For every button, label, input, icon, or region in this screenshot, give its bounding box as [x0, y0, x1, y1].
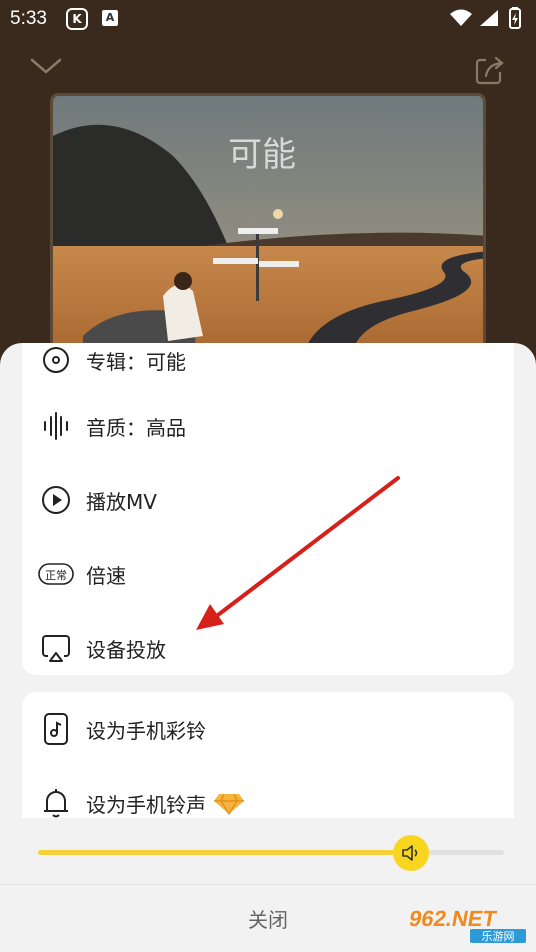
- share-icon[interactable]: [474, 54, 506, 86]
- battery-icon: [509, 7, 521, 29]
- volume-slider-track[interactable]: [38, 835, 504, 871]
- status-bar: 5:33 K A: [0, 0, 536, 38]
- status-time: 5:33: [10, 8, 47, 29]
- menu-item-set-caller-tune[interactable]: 设为手机彩铃: [22, 692, 514, 766]
- status-icons: [450, 7, 521, 29]
- speaker-icon: [402, 845, 418, 861]
- menu-item-speed[interactable]: 正常 倍速: [22, 537, 514, 611]
- signal-icon: [480, 10, 498, 26]
- diamond-icon: [214, 793, 244, 816]
- menu-item-label: 音质：高品: [86, 415, 186, 440]
- menu-item-play-mv[interactable]: 播放MV: [22, 463, 514, 537]
- menu-item-label: 设为手机铃声: [86, 792, 206, 817]
- watermark-logo: 962.NET 乐游网: [407, 906, 526, 943]
- wifi-icon: [450, 9, 472, 26]
- app-a-icon: A: [102, 10, 118, 26]
- close-button-label: 关闭: [248, 908, 288, 932]
- menu-item-label: 倍速: [86, 563, 126, 588]
- album-cover: 可能: [50, 93, 486, 353]
- play-circle-icon: [38, 482, 74, 518]
- speed-badge-icon: 正常: [38, 556, 74, 592]
- menu-item-label: 设为手机彩铃: [86, 718, 206, 743]
- disc-icon: [38, 343, 74, 378]
- sound-wave-icon: [38, 408, 74, 444]
- menu-item-label: 设备投放: [86, 637, 166, 662]
- cast-icon: [38, 630, 74, 666]
- album-art-title: 可能: [228, 135, 296, 175]
- menu-item-label: 专辑：可能: [86, 349, 186, 374]
- phone-music-icon: [38, 711, 74, 747]
- bell-icon: [38, 785, 74, 821]
- speed-badge-text: 正常: [45, 569, 67, 582]
- watermark-brand: 962.NET: [407, 906, 499, 931]
- chevron-down-icon[interactable]: [30, 56, 62, 76]
- watermark-sub: 乐游网: [482, 930, 515, 943]
- options-card-ringtone: 设为手机彩铃 设为手机铃声: [22, 692, 514, 832]
- volume-slider-thumb[interactable]: [393, 835, 429, 871]
- menu-item-quality[interactable]: 音质：高品: [22, 389, 514, 463]
- volume-control: [0, 818, 536, 888]
- volume-slider-fill: [38, 850, 411, 855]
- menu-item-label: 播放MV: [86, 489, 157, 514]
- more-options-sheet: 专辑：可能 音质：高品 播放MV 正常 倍速 设备投放 设为手机彩铃 设为手机铃…: [0, 343, 536, 952]
- album-art-illustration: 可能: [53, 96, 483, 350]
- menu-item-cast[interactable]: 设备投放: [22, 611, 514, 675]
- app-k-icon: K: [66, 8, 88, 30]
- player-header: 可能: [0, 38, 536, 358]
- options-card-main: 专辑：可能 音质：高品 播放MV 正常 倍速 设备投放: [22, 343, 514, 675]
